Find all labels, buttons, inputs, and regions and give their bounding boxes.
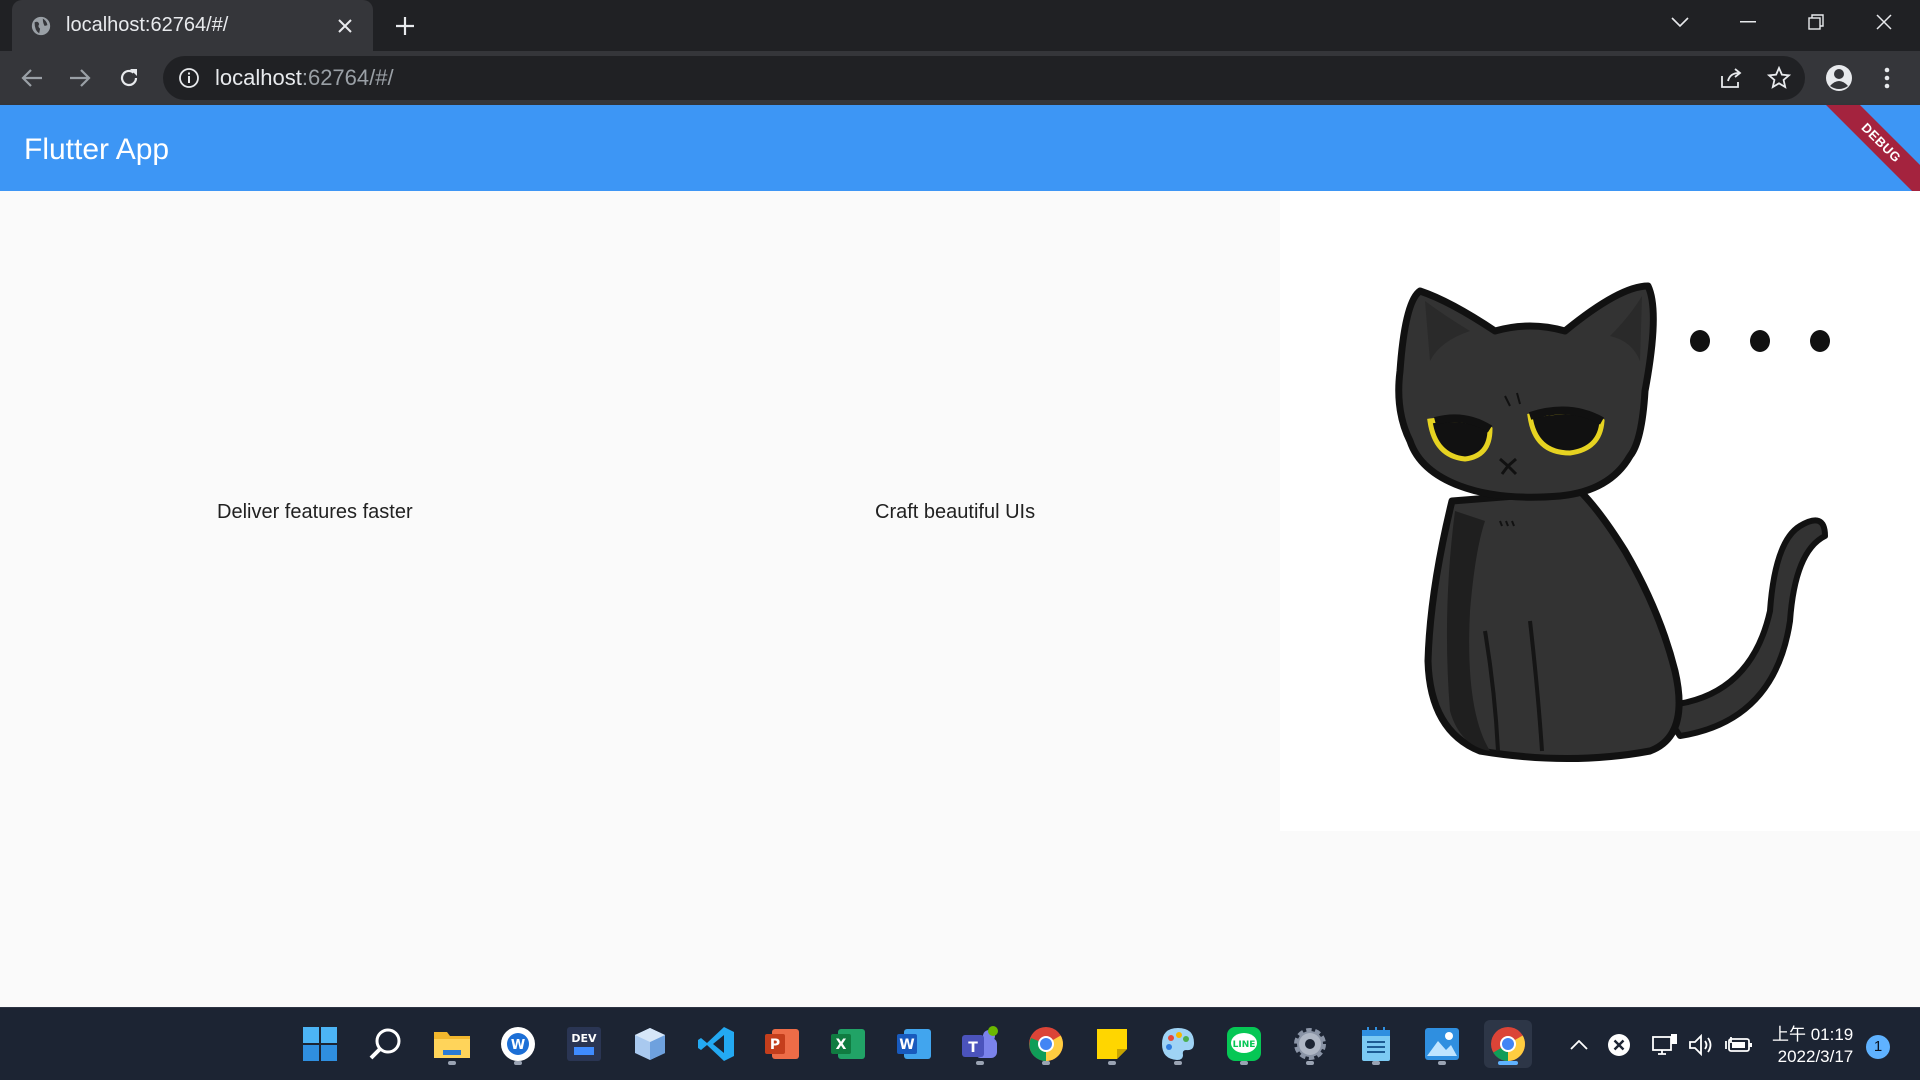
file-explorer-icon[interactable] bbox=[428, 1020, 476, 1068]
site-info-icon[interactable] bbox=[177, 66, 201, 90]
photos-icon[interactable] bbox=[1418, 1020, 1466, 1068]
tab-search-icon[interactable] bbox=[1650, 0, 1710, 44]
settings-gear-icon[interactable] bbox=[1286, 1020, 1334, 1068]
chrome-active-icon[interactable] bbox=[1484, 1020, 1532, 1068]
teams-icon[interactable]: T bbox=[956, 1020, 1004, 1068]
writing-app-icon[interactable]: W bbox=[494, 1020, 542, 1068]
tab-title: localhost:62764/#/ bbox=[66, 14, 229, 36]
menu-kebab-icon[interactable] bbox=[1870, 61, 1904, 95]
back-icon[interactable] bbox=[15, 61, 49, 95]
line-app-icon[interactable]: LINE bbox=[1220, 1020, 1268, 1068]
battery-charging-icon[interactable] bbox=[1724, 1030, 1754, 1060]
svg-text:T: T bbox=[968, 1040, 978, 1056]
globe-icon bbox=[31, 16, 51, 35]
dev-home-icon[interactable]: DEV bbox=[560, 1020, 608, 1068]
clock-date: 2022/3/17 bbox=[1777, 1047, 1854, 1066]
bookmark-star-icon[interactable] bbox=[1762, 61, 1796, 95]
notification-badge[interactable]: 1 bbox=[1866, 1035, 1890, 1059]
network-icon[interactable] bbox=[1650, 1030, 1680, 1060]
chevron-up-icon[interactable] bbox=[1564, 1030, 1594, 1060]
feature-text-deliver: Deliver features faster bbox=[217, 501, 413, 523]
close-tab-icon[interactable] bbox=[331, 12, 359, 40]
svg-text:W: W bbox=[899, 1037, 914, 1053]
forward-icon[interactable] bbox=[63, 61, 97, 95]
svg-text:X: X bbox=[836, 1037, 847, 1053]
cat-illustration bbox=[1280, 191, 1920, 831]
sticky-notes-icon[interactable] bbox=[1088, 1020, 1136, 1068]
app-bar: Flutter App DEBUG bbox=[0, 105, 1920, 191]
app-title: Flutter App bbox=[24, 133, 170, 166]
debug-banner: DEBUG bbox=[1812, 105, 1920, 191]
word-icon[interactable]: W bbox=[890, 1020, 938, 1068]
address-bar[interactable]: localhost:62764/#/ bbox=[163, 56, 1805, 100]
minimize-icon[interactable] bbox=[1718, 0, 1778, 44]
profile-avatar-icon[interactable] bbox=[1822, 61, 1856, 95]
close-window-icon[interactable] bbox=[1854, 0, 1914, 44]
browser-tab[interactable]: localhost:62764/#/ bbox=[12, 0, 373, 51]
close-circle-tray-icon[interactable] bbox=[1604, 1030, 1634, 1060]
excel-icon[interactable]: X bbox=[824, 1020, 872, 1068]
reload-icon[interactable] bbox=[112, 61, 146, 95]
taskbar-clock[interactable]: 上午 01:19 2022/3/17 bbox=[1772, 1024, 1853, 1068]
app-body: Deliver features faster Craft beautiful … bbox=[0, 191, 1920, 1007]
feature-text-craft: Craft beautiful UIs bbox=[875, 501, 1036, 523]
svg-text:LINE: LINE bbox=[1233, 1040, 1256, 1050]
restore-icon[interactable] bbox=[1786, 0, 1846, 44]
3d-box-icon[interactable] bbox=[626, 1020, 674, 1068]
browser-title-bar: localhost:62764/#/ bbox=[0, 0, 1920, 51]
svg-text:P: P bbox=[770, 1037, 780, 1053]
search-icon[interactable] bbox=[362, 1020, 410, 1068]
powerpoint-icon[interactable]: P bbox=[758, 1020, 806, 1068]
url-text: localhost:62764/#/ bbox=[215, 65, 394, 90]
taskbar: W DEV P X W T LINE 上午 01:19 2022/3/17 1 bbox=[0, 1007, 1920, 1080]
svg-text:DEV: DEV bbox=[571, 1032, 597, 1045]
vscode-icon[interactable] bbox=[692, 1020, 740, 1068]
new-tab-icon[interactable] bbox=[390, 11, 420, 41]
windows-start-icon[interactable] bbox=[296, 1020, 344, 1068]
chrome-icon[interactable] bbox=[1022, 1020, 1070, 1068]
notepad-icon[interactable] bbox=[1352, 1020, 1400, 1068]
svg-text:W: W bbox=[511, 1038, 525, 1053]
share-icon[interactable] bbox=[1714, 61, 1748, 95]
clock-time: 上午 01:19 bbox=[1772, 1025, 1854, 1044]
volume-icon[interactable] bbox=[1686, 1030, 1716, 1060]
paint-icon[interactable] bbox=[1154, 1020, 1202, 1068]
browser-toolbar: localhost:62764/#/ bbox=[0, 51, 1920, 105]
